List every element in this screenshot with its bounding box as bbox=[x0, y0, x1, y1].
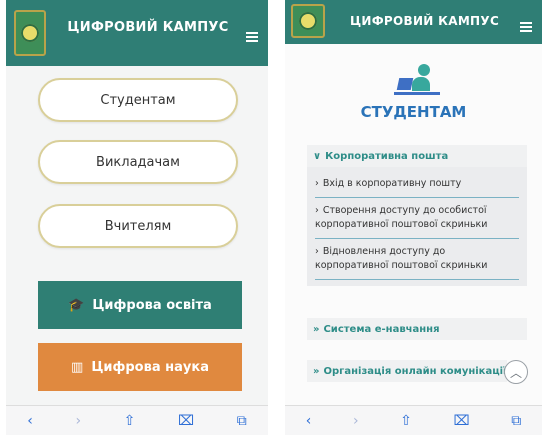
forward-icon[interactable]: › bbox=[353, 413, 359, 429]
browser-toolbar: ‹ › ⇧ ⌧ ⧉ bbox=[285, 405, 542, 435]
bookmarks-icon[interactable]: ⌧ bbox=[453, 413, 469, 429]
chevron-right-icon: » bbox=[313, 365, 320, 377]
tabs-icon[interactable]: ⧉ bbox=[237, 413, 247, 429]
university-logo[interactable] bbox=[291, 4, 325, 38]
section-header[interactable]: ∨ Корпоративна пошта bbox=[307, 145, 527, 167]
list-item-label: Створення доступу до особистої корпорати… bbox=[315, 205, 488, 230]
back-icon[interactable]: ‹ bbox=[306, 413, 312, 429]
hamburger-menu-icon[interactable] bbox=[246, 32, 258, 44]
section-corporate-mail: ∨ Корпоративна пошта › Вхід в корпоративн… bbox=[307, 145, 527, 286]
left-phone-screen: ЦИФРОВИЙ КАМПУС Студентам Викладачам Вчи… bbox=[6, 0, 268, 435]
page-heading: СТУДЕНТАМ bbox=[360, 103, 467, 121]
list-item[interactable]: › Створення доступу до особистої корпорат… bbox=[315, 198, 519, 239]
tile-label: Цифрова наука bbox=[91, 359, 209, 375]
chevron-up-icon: ︿ bbox=[509, 365, 522, 380]
school-teachers-button[interactable]: Вчителям bbox=[38, 204, 238, 248]
hamburger-menu-icon[interactable] bbox=[520, 22, 532, 34]
chevron-down-icon: ∨ bbox=[313, 150, 322, 162]
chevron-right-icon: » bbox=[313, 323, 320, 335]
section-e-learning[interactable]: » Система е-навчання bbox=[307, 318, 527, 340]
right-phone-screen: ЦИФРОВИЙ КАМПУС СТУДЕНТАМ ∨ Корпоративна… bbox=[285, 0, 542, 435]
digital-science-tile[interactable]: ▥ Цифрова наука bbox=[38, 343, 242, 391]
section-title: Організація онлайн комунікації bbox=[323, 365, 507, 377]
forward-icon[interactable]: › bbox=[75, 413, 81, 429]
share-icon[interactable]: ⇧ bbox=[400, 413, 412, 429]
header-bar: ЦИФРОВИЙ КАМПУС bbox=[6, 0, 268, 66]
digital-education-tile[interactable]: 🎓 Цифрова освіта bbox=[38, 281, 242, 329]
emblem-icon bbox=[299, 12, 317, 30]
chevron-right-icon: › bbox=[315, 205, 319, 216]
list-item-label: Вхід в корпоративну пошту bbox=[322, 178, 462, 189]
list-item[interactable]: › Відновлення доступу до корпоративної по… bbox=[315, 239, 519, 280]
tabs-icon[interactable]: ⧉ bbox=[511, 413, 521, 429]
student-at-laptop-icon bbox=[394, 64, 440, 100]
site-title: ЦИФРОВИЙ КАМПУС bbox=[67, 20, 229, 35]
students-button[interactable]: Студентам bbox=[38, 78, 238, 122]
section-header[interactable]: » Організація онлайн комунікації bbox=[307, 360, 507, 382]
teachers-button[interactable]: Викладачам bbox=[38, 140, 238, 184]
chevron-right-icon: › bbox=[315, 178, 319, 189]
list-item[interactable]: › Вхід в корпоративну пошту bbox=[315, 171, 519, 198]
scroll-to-top-button[interactable]: ︿ bbox=[504, 360, 528, 384]
back-icon[interactable]: ‹ bbox=[27, 413, 33, 429]
section-title: Корпоративна пошта bbox=[325, 150, 449, 162]
list-item-label: Відновлення доступу до корпоративної пош… bbox=[315, 246, 488, 271]
bookmarks-icon[interactable]: ⌧ bbox=[178, 413, 194, 429]
section-online-communication[interactable]: » Організація онлайн комунікації bbox=[307, 360, 507, 382]
site-title: ЦИФРОВИЙ КАМПУС bbox=[349, 14, 500, 28]
section-items: › Вхід в корпоративну пошту › Створення до… bbox=[307, 167, 527, 286]
chevron-right-icon: › bbox=[315, 246, 319, 257]
graduation-cap-icon: 🎓 bbox=[68, 297, 85, 313]
tile-label: Цифрова освіта bbox=[92, 297, 212, 313]
university-logo[interactable] bbox=[14, 10, 46, 56]
share-icon[interactable]: ⇧ bbox=[124, 413, 136, 429]
section-header[interactable]: » Система е-навчання bbox=[307, 318, 527, 340]
bar-chart-icon: ▥ bbox=[71, 359, 84, 375]
emblem-icon bbox=[21, 24, 39, 42]
header-bar: ЦИФРОВИЙ КАМПУС bbox=[285, 0, 542, 44]
browser-toolbar: ‹ › ⇧ ⌧ ⧉ bbox=[6, 405, 268, 435]
section-title: Система е-навчання bbox=[323, 323, 440, 335]
